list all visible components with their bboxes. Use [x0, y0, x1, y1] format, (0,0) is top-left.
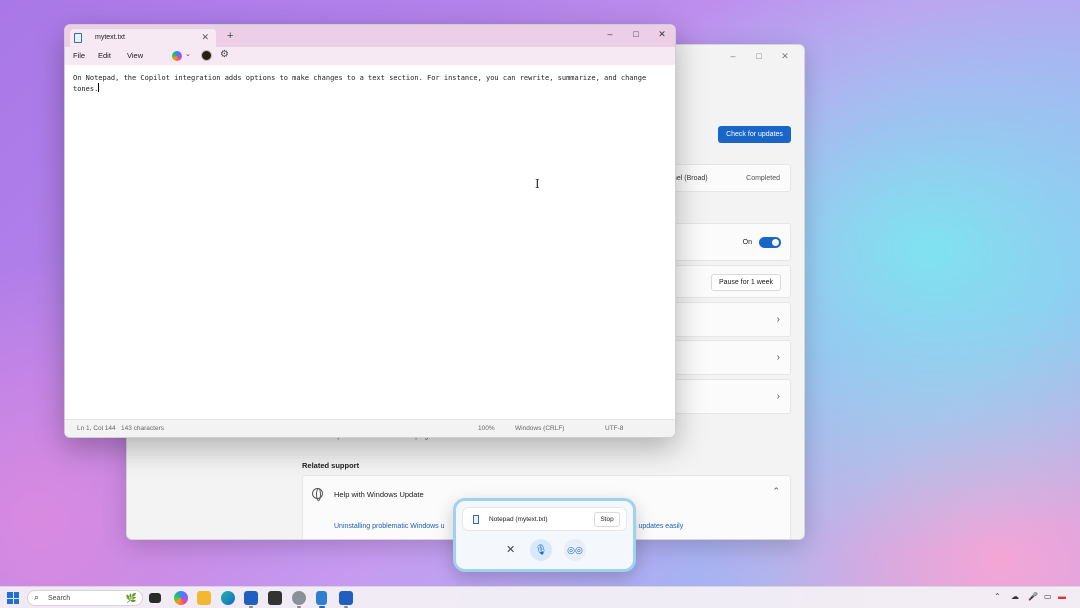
chevron-down-icon[interactable]: ⌄	[185, 50, 191, 58]
taskbar: ⌕ Search 🌿 ⌃ ☁ 🎤 ▭ ▬	[0, 586, 1080, 608]
update-status: Completed	[746, 175, 780, 182]
cursor-position: Ln 1, Col 144	[77, 425, 116, 432]
new-tab-button[interactable]: +	[227, 30, 233, 42]
word-icon[interactable]	[339, 591, 353, 605]
store-icon[interactable]	[244, 591, 258, 605]
search-icon: ⌕	[34, 592, 40, 602]
close-icon[interactable]: ✕	[506, 543, 515, 556]
updates-easily-link[interactable]: s updates easily	[633, 523, 683, 530]
pause-for-week-button[interactable]: Pause for 1 week	[711, 274, 781, 291]
related-support-heading: Related support	[302, 461, 360, 470]
tab-mytext[interactable]: mytext.txt ✕	[70, 29, 216, 47]
globe-icon	[312, 488, 323, 501]
latest-updates-toggle[interactable]	[759, 237, 781, 248]
encoding[interactable]: UTF-8	[605, 425, 623, 432]
stop-button[interactable]: Stop	[594, 512, 620, 527]
glasses-icon[interactable]: ◎◎	[564, 539, 586, 561]
character-count: 143 characters	[121, 425, 164, 432]
close-button[interactable]: ✕	[772, 48, 798, 64]
notepad-window-controls: – □ ✕	[597, 25, 675, 43]
chevron-up-icon[interactable]: ⌃	[772, 486, 780, 497]
update-item-label: nel (Broad)	[673, 175, 708, 182]
notepad-file-icon	[473, 515, 479, 524]
terminal-icon[interactable]	[268, 591, 282, 605]
minimize-button[interactable]: –	[720, 48, 746, 64]
microphone-icon[interactable]: 🎙	[530, 539, 552, 561]
notepad-titlebar[interactable]: mytext.txt ✕ + – □ ✕	[65, 25, 675, 47]
toggle-label: On	[742, 239, 752, 246]
menu-view[interactable]: View	[127, 51, 143, 60]
notepad-statusbar: Ln 1, Col 144 143 characters 100% Window…	[65, 419, 675, 437]
voice-context-bar: Notepad (mytext.txt) Stop	[462, 507, 627, 531]
chevron-right-icon: ›	[776, 314, 780, 325]
gear-icon[interactable]: ⚙	[220, 49, 229, 60]
menu-file[interactable]: File	[73, 51, 85, 60]
network-icon[interactable]: ▭	[1044, 592, 1052, 601]
taskbar-search[interactable]: ⌕ Search 🌿	[27, 590, 143, 606]
maximize-button[interactable]: □	[746, 48, 772, 64]
check-for-updates-button[interactable]: Check for updates	[718, 126, 791, 143]
uninstall-updates-link[interactable]: Uninstalling problematic Windows u	[334, 523, 445, 530]
notepad-menubar: File Edit View ⌄ ⚙	[65, 47, 675, 65]
settings-gear-icon[interactable]	[292, 591, 306, 605]
document-text: On Notepad, the Copilot integration adds…	[73, 74, 651, 93]
edge-browser-icon[interactable]	[221, 591, 235, 605]
close-button[interactable]: ✕	[649, 25, 675, 43]
tab-title: mytext.txt	[95, 34, 125, 41]
notepad-icon[interactable]	[316, 591, 327, 605]
chevron-right-icon: ›	[776, 391, 780, 402]
zoom-level[interactable]: 100%	[478, 425, 495, 432]
notepad-window: mytext.txt ✕ + – □ ✕ File Edit View ⌄ ⚙ …	[64, 24, 676, 438]
voice-access-panel: Notepad (mytext.txt) Stop ✕ 🎙 ◎◎	[453, 498, 636, 572]
settings-window-controls: – □ ✕	[720, 48, 798, 64]
notepad-file-icon	[74, 33, 82, 43]
minimize-button[interactable]: –	[597, 25, 623, 43]
help-title: Help with Windows Update	[334, 490, 424, 499]
profile-avatar-icon[interactable]	[201, 50, 212, 61]
close-tab-icon[interactable]: ✕	[201, 32, 209, 43]
chevron-right-icon: ›	[776, 352, 780, 363]
chevron-up-icon[interactable]: ⌃	[994, 592, 1001, 601]
ibeam-cursor-icon: I	[535, 177, 540, 191]
maximize-button[interactable]: □	[623, 25, 649, 43]
menu-edit[interactable]: Edit	[98, 51, 111, 60]
line-ending[interactable]: Windows (CRLF)	[515, 425, 564, 432]
copilot-icon[interactable]	[174, 591, 188, 605]
windows-start-icon[interactable]	[7, 592, 19, 604]
search-highlight-icon: 🌿	[125, 593, 137, 603]
task-view-icon[interactable]	[149, 593, 161, 603]
recording-icon[interactable]: ▬	[1058, 592, 1066, 601]
file-explorer-icon[interactable]	[197, 591, 211, 605]
notepad-text-area[interactable]: On Notepad, the Copilot integration adds…	[65, 65, 675, 421]
text-caret	[98, 83, 100, 92]
copilot-icon[interactable]	[172, 51, 182, 61]
search-placeholder: Search	[48, 595, 71, 602]
context-title: Notepad (mytext.txt)	[489, 516, 548, 523]
cloud-icon[interactable]: ☁	[1011, 592, 1019, 601]
microphone-icon[interactable]: 🎤	[1028, 592, 1038, 601]
